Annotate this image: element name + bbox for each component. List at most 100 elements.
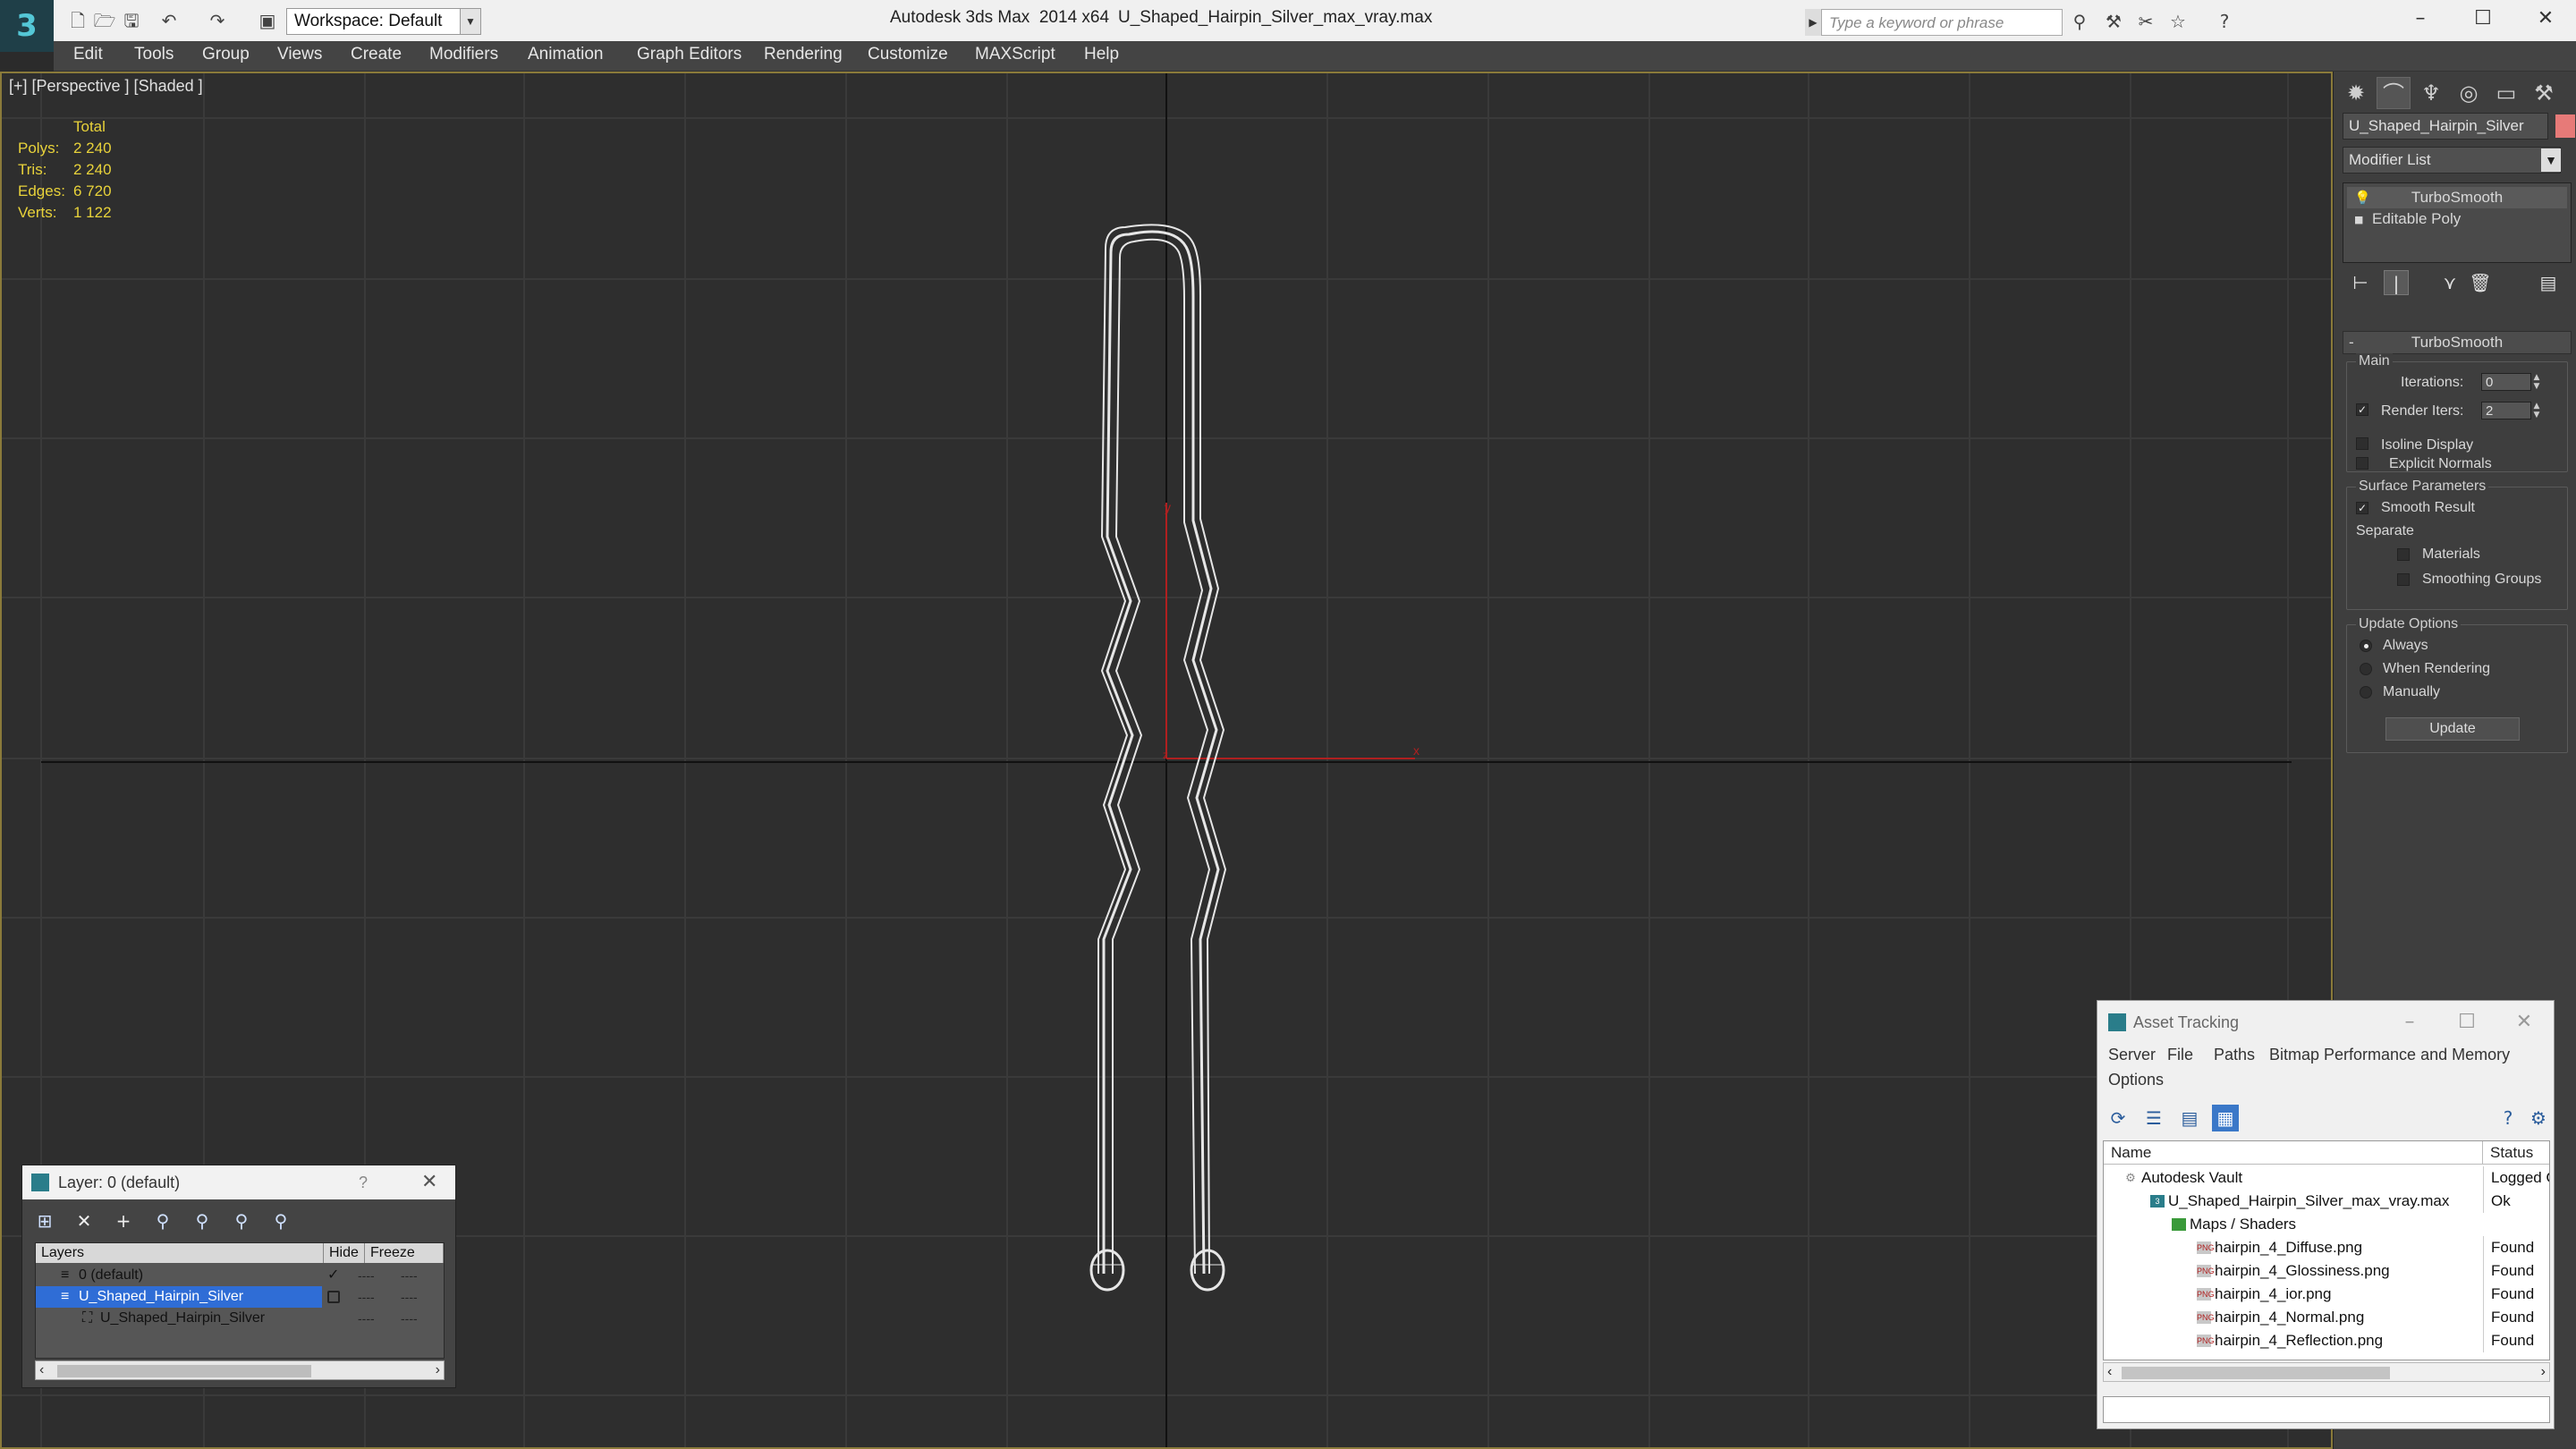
help-icon[interactable]: ? xyxy=(2495,1105,2521,1131)
make-unique-icon[interactable]: ⋎ xyxy=(2437,270,2462,295)
binoculars-icon[interactable]: ⚲ xyxy=(2068,11,2091,32)
table-row[interactable]: PNG hairpin_4_ior.png Found xyxy=(2104,1283,2549,1306)
object-color-swatch[interactable] xyxy=(2555,114,2575,138)
refresh-icon[interactable]: ⟳ xyxy=(2105,1105,2131,1131)
details-view-icon[interactable]: ▤ xyxy=(2176,1105,2203,1131)
remove-modifier-icon[interactable]: 🗑 xyxy=(2468,270,2493,295)
menu-group[interactable]: Group xyxy=(202,45,250,64)
column-header-name[interactable]: Name xyxy=(2104,1141,2483,1165)
current-layer-icon[interactable] xyxy=(327,1291,340,1303)
layer-row[interactable]: ≡ U_Shaped_Hairpin_Silver ---- ---- xyxy=(36,1286,444,1308)
spinner-arrows-icon[interactable]: ▲ ▼ xyxy=(2531,373,2542,391)
search-input[interactable]: Type a keyword or phrase xyxy=(1821,9,2063,36)
menu-modifiers[interactable]: Modifiers xyxy=(429,45,498,64)
menu-rendering[interactable]: Rendering xyxy=(764,45,843,64)
scroll-thumb[interactable] xyxy=(57,1365,311,1377)
maximize-icon[interactable]: ☐ xyxy=(2465,5,2501,32)
smoothing-groups-checkbox[interactable] xyxy=(2397,573,2410,586)
menu-tools[interactable]: Tools xyxy=(134,45,174,64)
scroll-left-icon[interactable]: ‹ xyxy=(2107,1363,2112,1381)
maximize-icon[interactable]: ☐ xyxy=(2453,1001,2480,1044)
create-layer-icon[interactable]: ⊞ xyxy=(31,1208,58,1233)
horizontal-scrollbar[interactable]: ‹ › xyxy=(35,1360,445,1380)
search-expand-icon[interactable]: ▶ xyxy=(1805,9,1821,36)
menu-animation[interactable]: Animation xyxy=(528,45,604,64)
motion-tab-icon[interactable]: ◎ xyxy=(2452,77,2486,109)
layer-row[interactable]: ⛶ U_Shaped_Hairpin_Silver ---- ---- xyxy=(36,1308,444,1329)
horizontal-scrollbar[interactable]: ‹ › xyxy=(2103,1362,2550,1382)
table-row[interactable]: PNG hairpin_4_Glossiness.png Found xyxy=(2104,1259,2549,1283)
scroll-left-icon[interactable]: ‹ xyxy=(39,1361,44,1379)
table-row[interactable]: ⚙ Autodesk Vault Logged O xyxy=(2104,1166,2549,1190)
scroll-right-icon[interactable]: › xyxy=(2541,1363,2546,1381)
table-row[interactable]: 3 U_Shaped_Hairpin_Silver_max_vray.max O… xyxy=(2104,1190,2549,1213)
menu-edit[interactable]: Edit xyxy=(73,45,103,64)
menu-paths[interactable]: Paths xyxy=(2214,1046,2255,1064)
isoline-display-checkbox[interactable] xyxy=(2356,437,2368,450)
quick-access-dropdown[interactable]: ▼ xyxy=(460,8,481,35)
undo-icon[interactable]: ↶ xyxy=(157,9,181,32)
pin-stack-icon[interactable]: ⊢ xyxy=(2348,270,2373,295)
freeze-all-icon[interactable]: ⚲ xyxy=(267,1208,294,1233)
minimize-icon[interactable]: – xyxy=(2396,1001,2423,1044)
close-icon[interactable]: ✕ xyxy=(2528,5,2563,32)
menu-file[interactable]: File xyxy=(2167,1046,2193,1064)
menu-options[interactable]: Options xyxy=(2108,1071,2164,1089)
display-tab-icon[interactable]: ▭ xyxy=(2489,77,2523,109)
scroll-thumb[interactable] xyxy=(2122,1367,2390,1379)
table-view-icon[interactable]: ▦ xyxy=(2212,1105,2239,1131)
path-field[interactable] xyxy=(2103,1396,2550,1423)
favorites-icon[interactable]: ☆ xyxy=(2166,11,2190,32)
create-tab-icon[interactable]: ✹ xyxy=(2339,77,2373,109)
menu-create[interactable]: Create xyxy=(351,45,402,64)
scroll-right-icon[interactable]: › xyxy=(436,1361,440,1379)
rollout-header[interactable]: - TurboSmooth xyxy=(2343,331,2572,354)
subscription-icon[interactable]: ⚒ xyxy=(2102,11,2125,32)
when-rendering-radio[interactable] xyxy=(2360,663,2372,675)
menu-views[interactable]: Views xyxy=(277,45,322,64)
delete-layer-icon[interactable]: ✕ xyxy=(71,1208,97,1233)
column-header-freeze[interactable]: Freeze xyxy=(365,1243,444,1263)
close-icon[interactable]: ✕ xyxy=(421,1165,437,1199)
table-row[interactable]: PNG hairpin_4_Reflection.png Found xyxy=(2104,1329,2549,1352)
help-icon[interactable]: ? xyxy=(2213,11,2236,32)
active-check-icon[interactable]: ✓ xyxy=(327,1265,339,1286)
menu-customize[interactable]: Customize xyxy=(868,45,948,64)
utilities-tab-icon[interactable]: ⚒ xyxy=(2527,77,2561,109)
show-end-result-icon[interactable]: | xyxy=(2384,270,2409,295)
column-header-hide[interactable]: Hide xyxy=(324,1243,365,1263)
modify-tab-icon[interactable]: ⌒ xyxy=(2377,77,2411,109)
workspace-selector[interactable]: Workspace: Default▾ xyxy=(286,8,481,35)
list-view-icon[interactable]: ☰ xyxy=(2140,1105,2167,1131)
add-to-layer-icon[interactable]: + xyxy=(110,1208,137,1233)
hide-all-icon[interactable]: ⚲ xyxy=(228,1208,255,1233)
table-row[interactable]: PNG hairpin_4_Normal.png Found xyxy=(2104,1306,2549,1329)
menu-help[interactable]: Help xyxy=(1084,45,1119,64)
manually-radio[interactable] xyxy=(2360,686,2372,699)
stack-item-turbosmooth[interactable]: 💡 TurboSmooth xyxy=(2347,187,2567,208)
viewport-label[interactable]: [+] [Perspective ] [Shaded ] xyxy=(9,77,203,96)
new-file-icon[interactable]: 🗋 xyxy=(66,9,89,32)
always-radio[interactable] xyxy=(2360,640,2372,652)
help-icon[interactable]: ? xyxy=(359,1165,368,1199)
column-header-layers[interactable]: Layers xyxy=(36,1243,324,1263)
hierarchy-tab-icon[interactable]: ♆ xyxy=(2414,77,2448,109)
explicit-normals-checkbox[interactable] xyxy=(2356,457,2368,470)
layer-dialog-titlebar[interactable]: Layer: 0 (default) xyxy=(22,1165,455,1199)
iterations-spinner[interactable]: 0 xyxy=(2481,373,2531,391)
table-row[interactable]: PNG hairpin_4_Diffuse.png Found xyxy=(2104,1236,2549,1259)
object-name-field[interactable]: U_Shaped_Hairpin_Silver xyxy=(2343,113,2548,140)
column-header-status[interactable]: Status xyxy=(2483,1141,2549,1165)
project-folder-icon[interactable]: ▣ xyxy=(256,9,279,32)
menu-server[interactable]: Server xyxy=(2108,1046,2156,1064)
open-file-icon[interactable]: 🗁 xyxy=(93,9,116,32)
redo-icon[interactable]: ↷ xyxy=(206,9,229,32)
configure-sets-icon[interactable]: ▤ xyxy=(2536,270,2561,295)
close-icon[interactable]: ✕ xyxy=(2511,1001,2538,1044)
select-objects-icon[interactable]: ⚲ xyxy=(149,1208,176,1233)
settings-icon[interactable]: ⚙ xyxy=(2525,1105,2552,1131)
save-file-icon[interactable]: 🖫 xyxy=(120,9,143,32)
menu-graph-editors[interactable]: Graph Editors xyxy=(637,45,741,64)
modifier-list-dropdown[interactable]: Modifier List xyxy=(2343,147,2561,174)
layer-row[interactable]: ≡ 0 (default) ✓ ---- ---- xyxy=(36,1265,444,1286)
